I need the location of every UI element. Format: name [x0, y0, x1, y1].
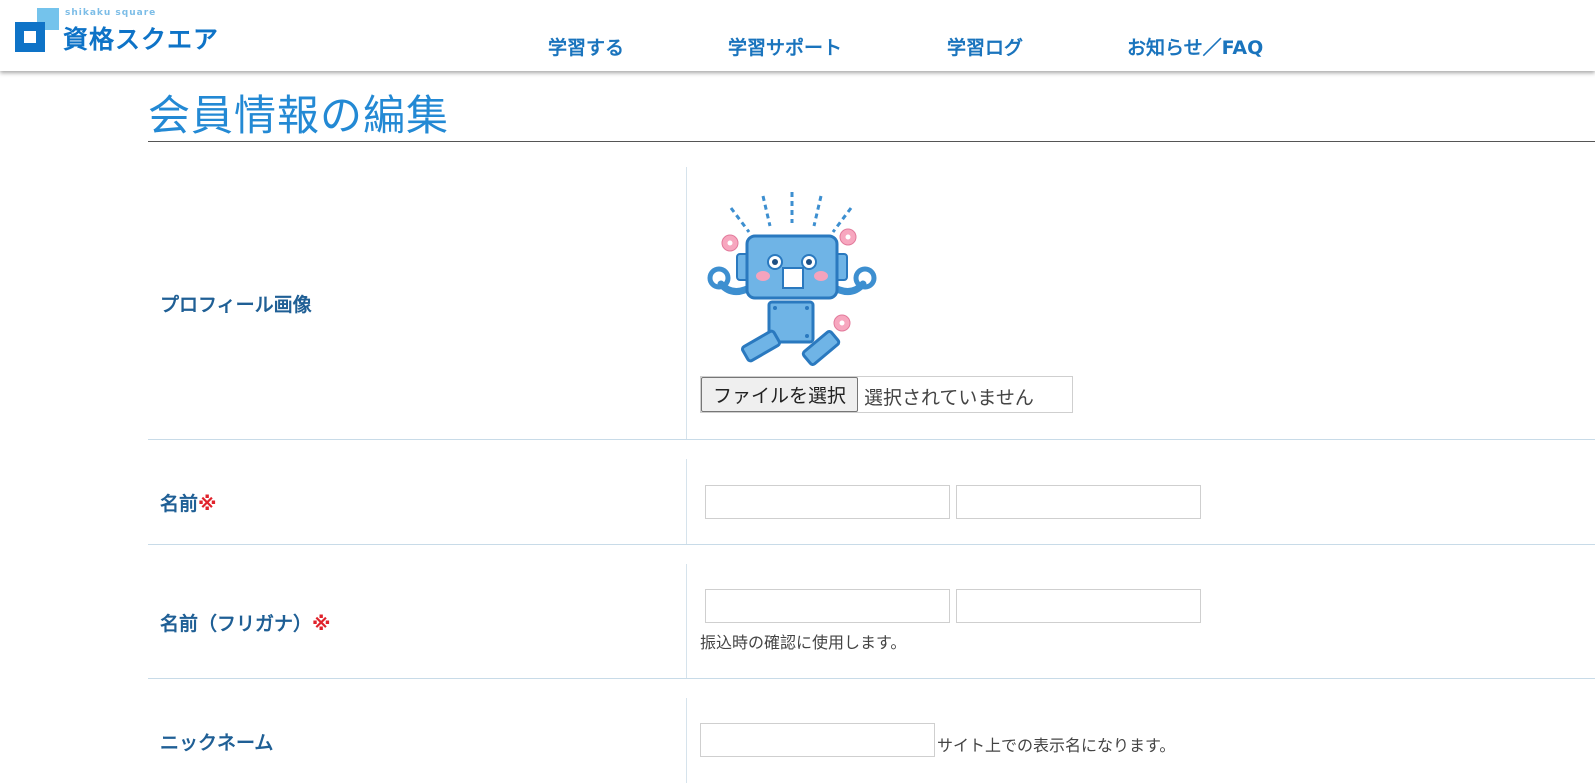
profile-image-file-input[interactable]: ファイルを選択 選択されていません — [700, 376, 1073, 413]
nav-news-faq[interactable]: お知らせ／FAQ — [1127, 33, 1263, 60]
column-divider — [686, 564, 687, 678]
choose-file-button[interactable]: ファイルを選択 — [701, 377, 858, 412]
row-divider — [148, 544, 1595, 545]
nav-study-support[interactable]: 学習サポート — [728, 33, 842, 60]
name-kana-hint: 振込時の確認に使用します。 — [700, 633, 907, 652]
required-mark: ※ — [198, 493, 217, 515]
nickname-input[interactable] — [700, 723, 935, 757]
name-label: 名前※ — [160, 489, 217, 516]
site-header: shikaku square 資格スクエア 学習する 学習サポート 学習ログ お… — [0, 0, 1595, 71]
column-divider — [686, 459, 687, 544]
logo-subtitle: shikaku square — [65, 8, 157, 18]
nickname-label: ニックネーム — [160, 732, 274, 754]
robot-mascot-icon — [707, 192, 877, 366]
column-divider — [686, 698, 687, 783]
first-name-input[interactable] — [956, 485, 1201, 519]
last-name-input[interactable] — [705, 485, 950, 519]
nav-study[interactable]: 学習する — [548, 33, 624, 60]
required-mark: ※ — [312, 613, 331, 635]
column-divider — [686, 167, 687, 439]
logo-square-white — [24, 31, 36, 43]
nav-study-log[interactable]: 学習ログ — [947, 33, 1023, 60]
site-logo[interactable]: shikaku square 資格スクエア — [15, 8, 225, 56]
row-divider — [148, 439, 1595, 440]
nickname-hint: サイト上での表示名になります。 — [937, 736, 1176, 755]
row-divider — [148, 678, 1595, 679]
name-kana-label: 名前（フリガナ）※ — [160, 609, 331, 636]
title-divider — [148, 141, 1595, 142]
last-name-kana-input[interactable] — [705, 589, 950, 623]
profile-image-label: プロフィール画像 — [160, 294, 312, 316]
page-title: 会員情報の編集 — [148, 91, 450, 140]
profile-avatar-image — [703, 188, 878, 373]
name-kana-label-text: 名前（フリガナ） — [160, 613, 313, 635]
first-name-kana-input[interactable] — [956, 589, 1201, 623]
name-label-text: 名前 — [160, 493, 199, 515]
logo-title: 資格スクエア — [63, 25, 220, 54]
file-status-text: 選択されていません — [864, 387, 1034, 409]
